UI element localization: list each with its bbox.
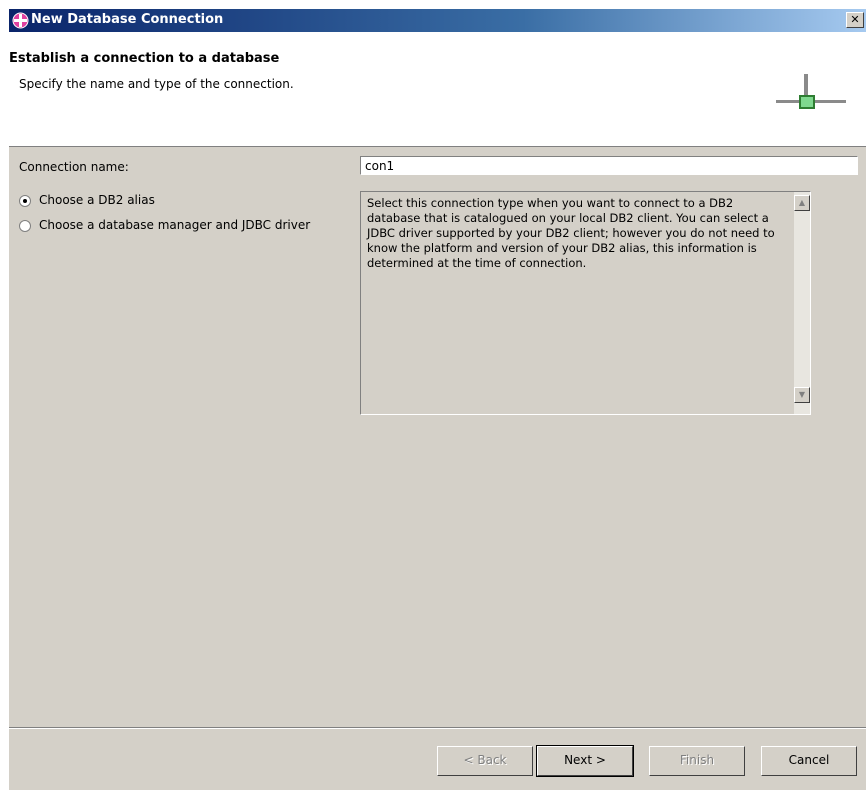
scroll-up-arrow-icon[interactable]: ▲ <box>794 195 810 211</box>
database-manager-option-label[interactable]: Choose a database manager and JDBC drive… <box>39 218 310 232</box>
banner-title: Establish a connection to a database <box>9 51 280 66</box>
connection-name-label: Connection name: <box>19 160 129 174</box>
description-scrollbar[interactable]: ▲ ▼ <box>794 192 810 414</box>
description-text: Select this connection type when you wan… <box>367 196 775 270</box>
banner-description: Specify the name and type of the connect… <box>19 77 294 91</box>
radio-selected-dot <box>23 199 27 203</box>
description-text-area[interactable]: Select this connection type when you wan… <box>360 191 811 415</box>
db2-alias-option-label[interactable]: Choose a DB2 alias <box>39 193 155 207</box>
footer-separator <box>9 727 866 729</box>
wizard-banner: Establish a connection to a database Spe… <box>9 32 866 147</box>
scroll-down-arrow-icon[interactable]: ▼ <box>794 387 810 403</box>
radio-db2-alias[interactable] <box>19 195 31 207</box>
connection-graphic-icon <box>776 74 846 109</box>
cancel-button[interactable]: Cancel <box>761 746 857 776</box>
next-button[interactable]: Next > <box>536 745 634 777</box>
wizard-content: Connection name: con1 Choose a DB2 alias… <box>9 147 866 727</box>
radio-database-manager-jdbc[interactable] <box>19 220 31 232</box>
close-button[interactable]: ✕ <box>846 12 864 28</box>
connection-name-input[interactable]: con1 <box>360 156 858 175</box>
finish-button[interactable]: Finish <box>649 746 745 776</box>
new-database-connection-dialog: New Database Connection ✕ Establish a co… <box>9 9 866 790</box>
back-button[interactable]: < Back <box>437 746 533 776</box>
database-connection-icon <box>12 12 29 29</box>
title-bar[interactable]: New Database Connection ✕ <box>9 9 866 32</box>
window-title: New Database Connection <box>31 12 224 27</box>
